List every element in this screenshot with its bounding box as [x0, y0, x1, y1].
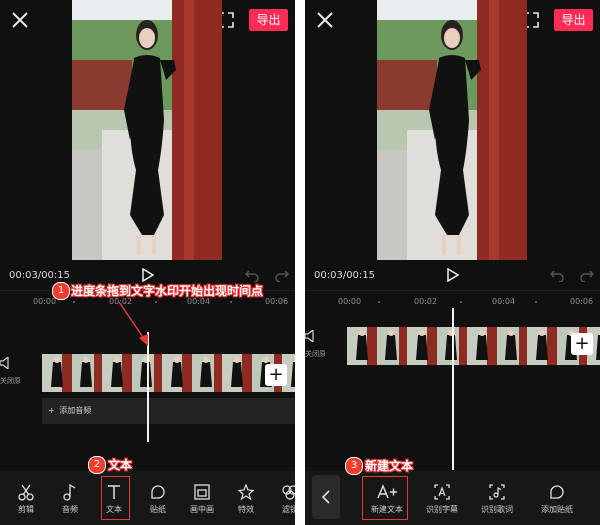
clip-thumbnail — [527, 327, 557, 365]
annotation-arrow — [118, 301, 148, 346]
video-clip-track[interactable] — [42, 354, 295, 392]
close-icon[interactable] — [315, 10, 335, 30]
export-button[interactable]: 导出 — [249, 9, 288, 31]
playhead[interactable] — [452, 308, 454, 470]
add-sticker-icon — [550, 485, 564, 499]
plus-icon: + — [48, 406, 55, 415]
ruler-dot — [378, 301, 380, 303]
ruler-tick-label: 00:00 — [33, 297, 57, 306]
play-icon[interactable] — [142, 268, 154, 282]
step-badge-2: 2 — [88, 456, 106, 474]
clip-thumbnail — [102, 354, 132, 392]
close-icon[interactable] — [10, 10, 30, 30]
video-preview[interactable] — [377, 0, 527, 260]
tool-add-sticker[interactable]: 添加贴纸 — [533, 483, 581, 515]
ruler-dot — [460, 301, 462, 303]
clip-thumbnail — [162, 354, 192, 392]
tool-effects[interactable]: 特效 — [228, 483, 264, 515]
clip-thumbnail — [222, 354, 252, 392]
tool-label: 画中画 — [190, 505, 214, 514]
annotation-step-1: 进度条拖到文字水印开始出现时间点 — [71, 284, 264, 298]
video-clip-track[interactable] — [347, 327, 600, 365]
tool-label: 识别歌词 — [481, 505, 513, 514]
ruler-dot — [155, 301, 157, 303]
speaker-icon[interactable] — [0, 357, 10, 369]
recognize-lyrics-icon — [489, 484, 505, 500]
clip-thumbnail — [347, 327, 377, 365]
tool-recognize-lyrics[interactable]: 识别歌词 — [473, 483, 521, 515]
picture-in-picture-icon — [194, 484, 210, 500]
add-clip-button[interactable]: + — [571, 333, 593, 355]
ruler-dot — [535, 301, 537, 303]
tool-label: 滤镜 — [282, 505, 295, 514]
speaker-icon[interactable] — [305, 330, 315, 342]
recognize-subtitle-icon — [434, 484, 450, 500]
export-button[interactable]: 导出 — [554, 9, 593, 31]
editor-panel-left: 导出 00:03/00:15 00:00 00:02 00:04 00:06 关… — [0, 0, 295, 525]
step-badge-3: 3 — [345, 457, 363, 475]
tool-label: 贴纸 — [150, 505, 166, 514]
ruler-dot — [230, 301, 232, 303]
ruler-tick-label: 00:00 — [338, 297, 362, 306]
ruler-tick-label: 00:06 — [570, 297, 594, 306]
ruler-tick-label: 00:04 — [492, 297, 516, 306]
chevron-left-icon — [321, 490, 330, 504]
divider — [305, 290, 600, 291]
add-clip-button[interactable]: + — [265, 364, 287, 386]
clip-thumbnail — [497, 327, 527, 365]
add-audio-label: 添加音频 — [59, 406, 92, 415]
filter-icon — [282, 485, 295, 500]
tool-audio[interactable]: 音频 — [52, 483, 88, 515]
tool-label: 音频 — [62, 505, 78, 514]
time-display: 00:03/00:15 — [9, 270, 71, 281]
video-frame-image — [377, 0, 527, 260]
undo-icon[interactable] — [550, 268, 564, 282]
ruler-tick-label: 00:02 — [414, 297, 438, 306]
ruler-dot — [73, 301, 75, 303]
tool-label: 特效 — [238, 505, 254, 514]
redo-icon[interactable] — [580, 268, 594, 282]
clip-thumbnail — [377, 327, 407, 365]
music-note-icon — [63, 483, 76, 501]
effects-star-icon — [237, 483, 255, 501]
video-preview[interactable] — [72, 0, 222, 260]
mute-original-label[interactable]: 关闭原声 — [0, 376, 20, 386]
tool-sticker[interactable]: 贴纸 — [140, 483, 176, 515]
tool-label: 添加贴纸 — [541, 505, 573, 514]
highlight-box — [101, 476, 130, 520]
clip-thumbnail — [467, 327, 497, 365]
tool-label: 剪辑 — [18, 505, 34, 514]
mute-original-label[interactable]: 关闭原声 — [305, 349, 325, 359]
annotation-step-3: 新建文本 — [365, 459, 414, 473]
back-button[interactable] — [312, 475, 340, 519]
annotation-step-2: 文本 — [108, 458, 133, 472]
clip-thumbnail — [72, 354, 102, 392]
tool-label: 识别字幕 — [426, 505, 458, 514]
tool-recognize-subtitles[interactable]: 识别字幕 — [418, 483, 466, 515]
step-badge-1: 1 — [52, 282, 70, 300]
tool-edit[interactable]: 剪辑 — [8, 483, 44, 515]
play-icon[interactable] — [447, 268, 459, 282]
scissors-icon — [18, 484, 34, 501]
time-display: 00:03/00:15 — [314, 270, 376, 281]
undo-icon[interactable] — [245, 268, 259, 282]
clip-thumbnail — [42, 354, 72, 392]
redo-icon[interactable] — [275, 268, 289, 282]
ruler-tick-label: 00:06 — [265, 297, 289, 306]
tool-picture-in-picture[interactable]: 画中画 — [184, 483, 220, 515]
editor-panel-right: 导出 00:03/00:15 00:00 00:02 00:04 00:06 关… — [305, 0, 600, 525]
clip-thumbnail — [407, 327, 437, 365]
clip-thumbnail — [192, 354, 222, 392]
tool-filter[interactable]: 滤镜 — [272, 483, 295, 515]
highlight-box — [362, 476, 408, 520]
sticker-icon — [151, 485, 165, 499]
video-frame-image — [72, 0, 222, 260]
add-audio-track[interactable]: + 添加音频 — [42, 398, 295, 424]
